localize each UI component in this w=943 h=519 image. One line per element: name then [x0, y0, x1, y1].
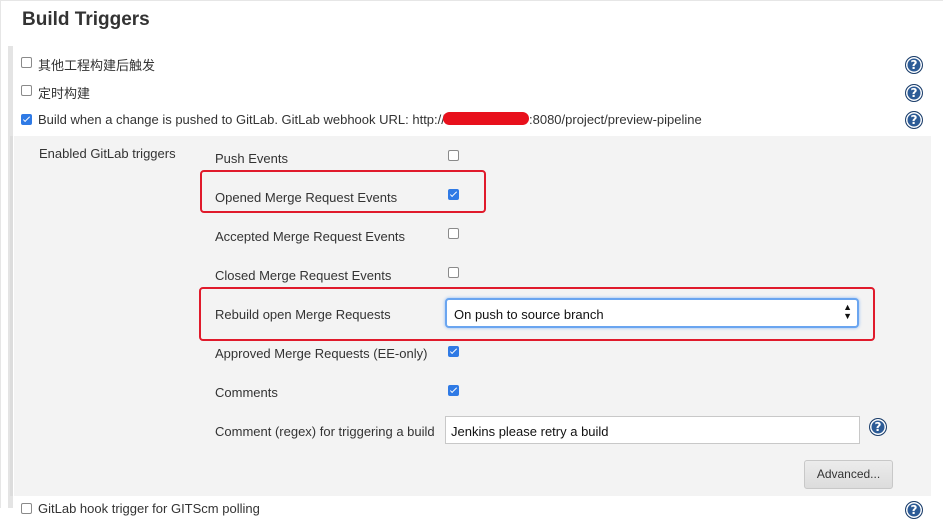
approved-mr-label: Approved Merge Requests (EE-only) [215, 346, 428, 361]
panel-indent-bar [10, 136, 13, 496]
trigger-gitlab-push-checkbox[interactable] [21, 114, 32, 125]
comments-checkbox[interactable] [448, 385, 459, 396]
comment-regex-input-value: Jenkins please retry a build [451, 424, 609, 439]
advanced-button[interactable]: Advanced... [804, 460, 893, 489]
accepted-mr-events-checkbox[interactable] [448, 228, 459, 239]
trigger-gitlab-push-label: Build when a change is pushed to GitLab.… [38, 112, 445, 127]
opened-mr-events-checkbox[interactable] [448, 189, 459, 200]
left-border [0, 0, 1, 508]
top-border [0, 0, 943, 1]
help-icon[interactable]: ? [905, 84, 923, 102]
help-icon[interactable]: ? [869, 418, 887, 436]
section-title: Build Triggers [22, 9, 150, 30]
trigger-scheduled-build-checkbox[interactable] [21, 85, 32, 96]
help-icon[interactable]: ? [905, 111, 923, 129]
comments-label: Comments [215, 385, 278, 400]
accepted-mr-events-label: Accepted Merge Request Events [215, 229, 406, 244]
push-events-label: Push Events [215, 151, 288, 166]
rebuild-open-mr-select[interactable]: On push to source branch ▲ ▼ [445, 298, 859, 328]
enabled-gitlab-triggers-label: Enabled GitLab triggers [39, 146, 176, 161]
approved-mr-checkbox[interactable] [448, 346, 459, 357]
comment-regex-input[interactable]: Jenkins please retry a build [445, 416, 860, 444]
help-icon[interactable]: ? [905, 501, 923, 519]
rebuild-open-mr-label: Rebuild open Merge Requests [215, 307, 391, 322]
webhook-url-suffix: :8080/project/preview-pipeline [529, 112, 702, 127]
trigger-gitscm-polling-checkbox[interactable] [21, 503, 32, 514]
closed-mr-events-label: Closed Merge Request Events [215, 268, 392, 283]
comment-regex-label: Comment (regex) for triggering a build [215, 424, 435, 439]
push-events-checkbox[interactable] [448, 150, 459, 161]
opened-mr-events-label: Opened Merge Request Events [215, 190, 398, 205]
closed-mr-events-checkbox[interactable] [448, 267, 459, 278]
rebuild-open-mr-select-value: On push to source branch [454, 307, 604, 322]
redacted-host-mark [443, 112, 529, 125]
trigger-after-other-projects-label: 其他工程构建后触发 [38, 58, 156, 73]
help-icon[interactable]: ? [905, 56, 923, 74]
trigger-after-other-projects-checkbox[interactable] [21, 57, 32, 68]
trigger-gitscm-polling-label: GitLab hook trigger for GITScm polling [38, 501, 260, 516]
trigger-scheduled-build-label: 定时构建 [38, 86, 91, 101]
updown-arrows-icon: ▲ ▼ [843, 302, 852, 321]
